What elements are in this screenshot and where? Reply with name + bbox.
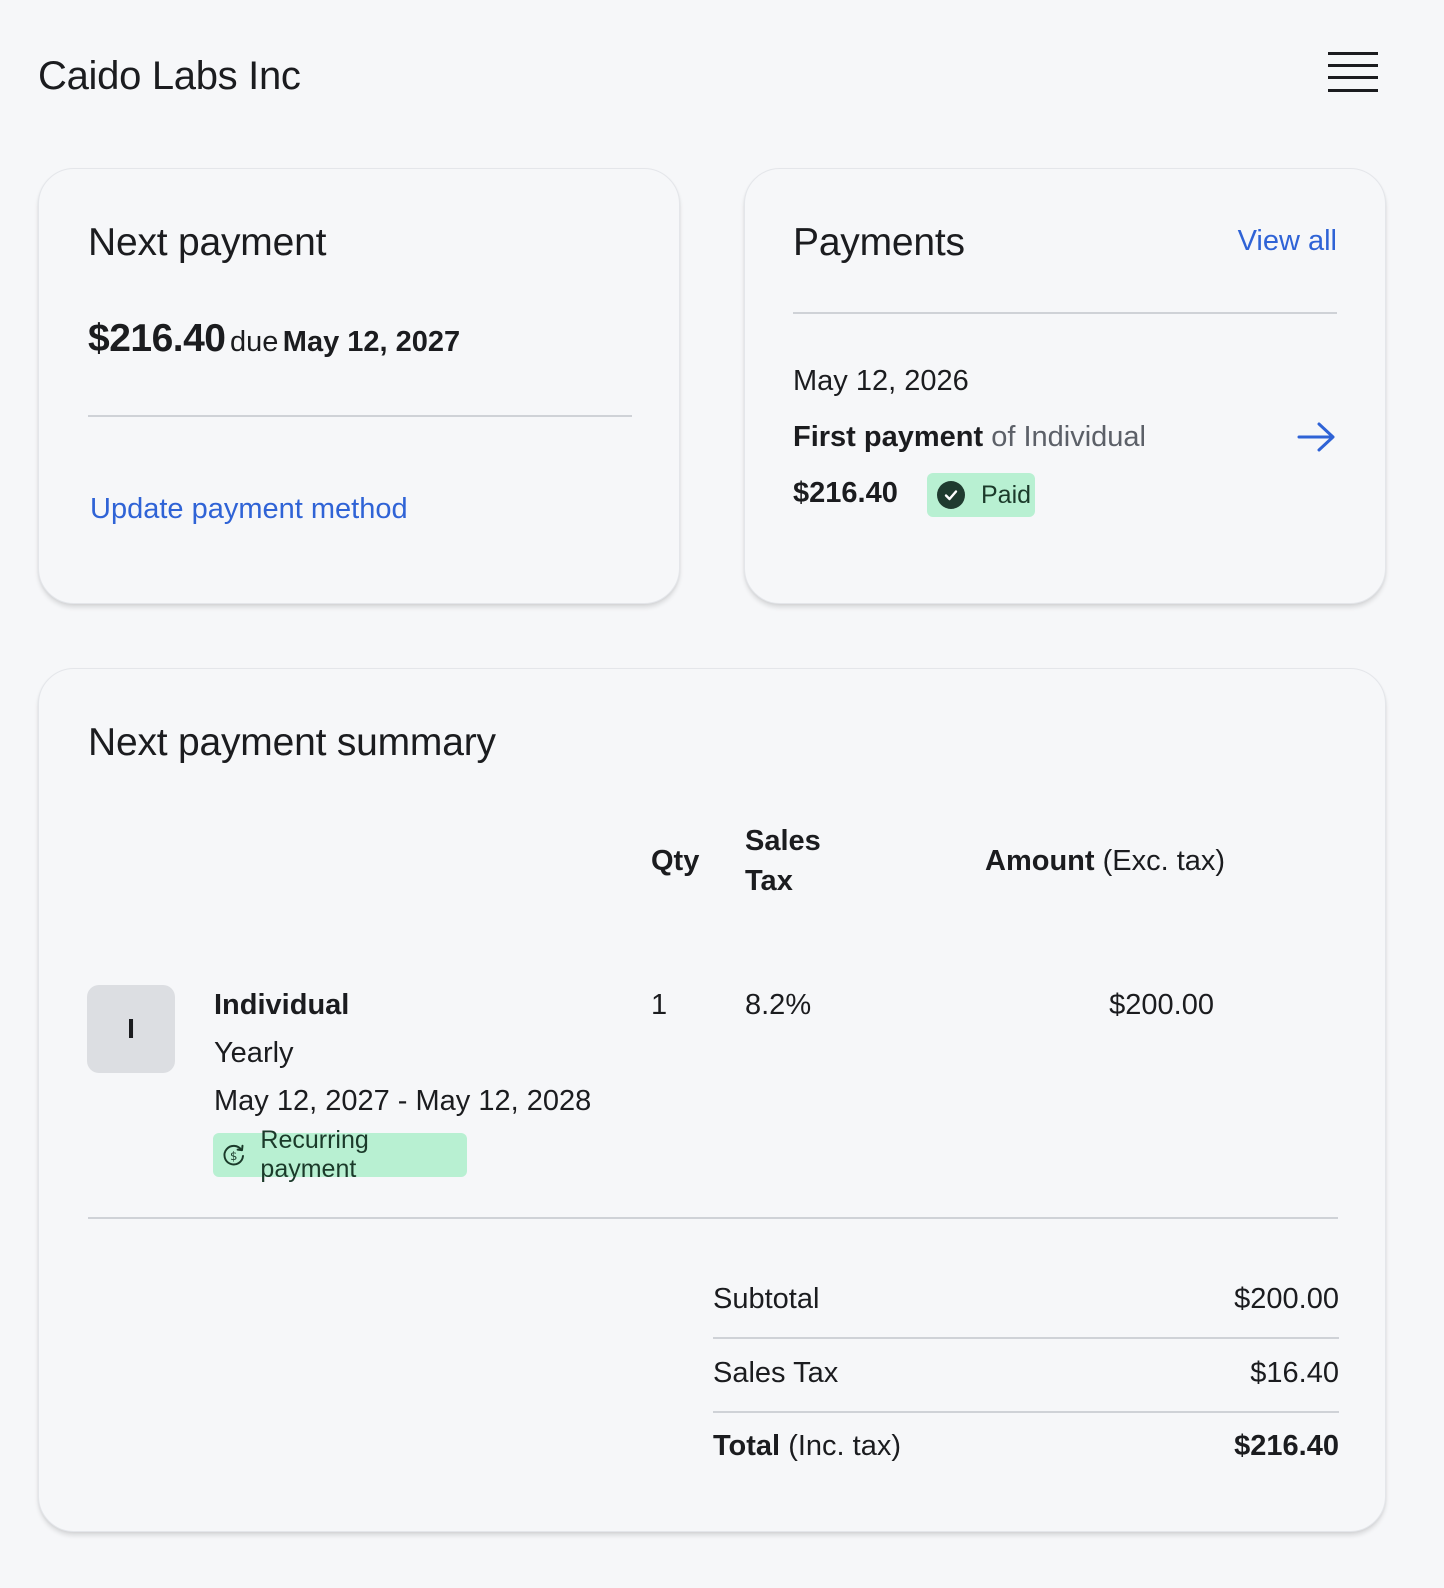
payments-card: Payments View all May 12, 2026 First pay… xyxy=(744,168,1386,604)
line-item-tax-rate: 8.2% xyxy=(745,989,812,1021)
hamburger-menu-icon[interactable] xyxy=(1328,52,1378,94)
check-circle-icon xyxy=(937,481,965,509)
recurring-badge-label: Recurring payment xyxy=(260,1126,369,1183)
recurring-dollar-icon: $ xyxy=(223,1144,244,1166)
line-item-amount: $200.00 xyxy=(1109,989,1214,1021)
sales-tax-label: Sales Tax xyxy=(713,1357,839,1389)
divider xyxy=(88,1217,1338,1219)
payment-label-rest: of Individual xyxy=(991,421,1147,453)
due-date: May 12, 2027 xyxy=(282,326,461,358)
divider xyxy=(793,312,1337,314)
top-bar: Caido Labs Inc xyxy=(0,0,1444,152)
subtotal-row: Subtotal $200.00 xyxy=(713,1283,1339,1323)
column-header-sales-tax: Sales Tax xyxy=(745,821,821,901)
view-all-link[interactable]: View all xyxy=(1238,225,1337,258)
sales-tax-header-line2: Tax xyxy=(745,865,793,897)
next-payment-title: Next payment xyxy=(88,221,327,264)
status-label: Paid xyxy=(981,480,1032,509)
sales-tax-row: Sales Tax $16.40 xyxy=(713,1357,1339,1397)
divider xyxy=(713,1411,1339,1413)
total-label-rest: (Inc. tax) xyxy=(788,1430,901,1462)
column-header-qty: Qty xyxy=(651,845,700,877)
subtotal-value: $200.00 xyxy=(1234,1283,1339,1315)
due-label: due xyxy=(229,326,279,358)
update-payment-method-link[interactable]: Update payment method xyxy=(90,493,408,526)
recurring-badge: $ Recurring payment xyxy=(213,1126,467,1183)
amount-header-rest: (Exc. tax) xyxy=(1102,845,1226,877)
payment-description: First payment of Individual xyxy=(793,421,1146,454)
svg-text:$: $ xyxy=(230,1149,237,1163)
sales-tax-header-line1: Sales xyxy=(745,825,821,857)
line-item-interval: Yearly xyxy=(214,1037,294,1069)
line-item-period: May 12, 2027 - May 12, 2028 xyxy=(214,1085,592,1117)
sales-tax-value: $16.40 xyxy=(1250,1357,1339,1389)
total-label: Total (Inc. tax) xyxy=(713,1430,901,1463)
next-payment-amount-line: $216.40 due May 12, 2027 xyxy=(88,317,460,361)
payment-amount: $216.40 xyxy=(793,477,898,509)
total-value: $216.40 xyxy=(1234,1430,1339,1462)
avatar: I xyxy=(87,985,175,1073)
status-badge: Paid xyxy=(927,473,1035,517)
divider xyxy=(88,415,632,417)
total-row: Total (Inc. tax) $216.40 xyxy=(713,1430,1339,1470)
subtotal-label: Subtotal xyxy=(713,1283,820,1315)
next-payment-amount: $216.40 xyxy=(88,317,226,360)
company-name: Caido Labs Inc xyxy=(38,54,301,98)
payments-title: Payments xyxy=(793,221,965,264)
total-label-bold: Total xyxy=(713,1430,781,1462)
column-header-amount: Amount (Exc. tax) xyxy=(985,841,1225,881)
line-item-qty: 1 xyxy=(651,989,668,1021)
payment-label-bold: First payment xyxy=(793,421,984,453)
summary-title: Next payment summary xyxy=(88,721,496,764)
amount-header-bold: Amount xyxy=(985,845,1095,877)
line-item-name: Individual xyxy=(214,989,350,1021)
payment-date: May 12, 2026 xyxy=(793,365,969,397)
next-payment-card: Next payment $216.40 due May 12, 2027 Up… xyxy=(38,168,680,604)
divider xyxy=(713,1337,1339,1339)
arrow-right-icon[interactable] xyxy=(1297,421,1337,453)
payment-summary-card: Next payment summary Qty Sales Tax Amoun… xyxy=(38,668,1386,1532)
